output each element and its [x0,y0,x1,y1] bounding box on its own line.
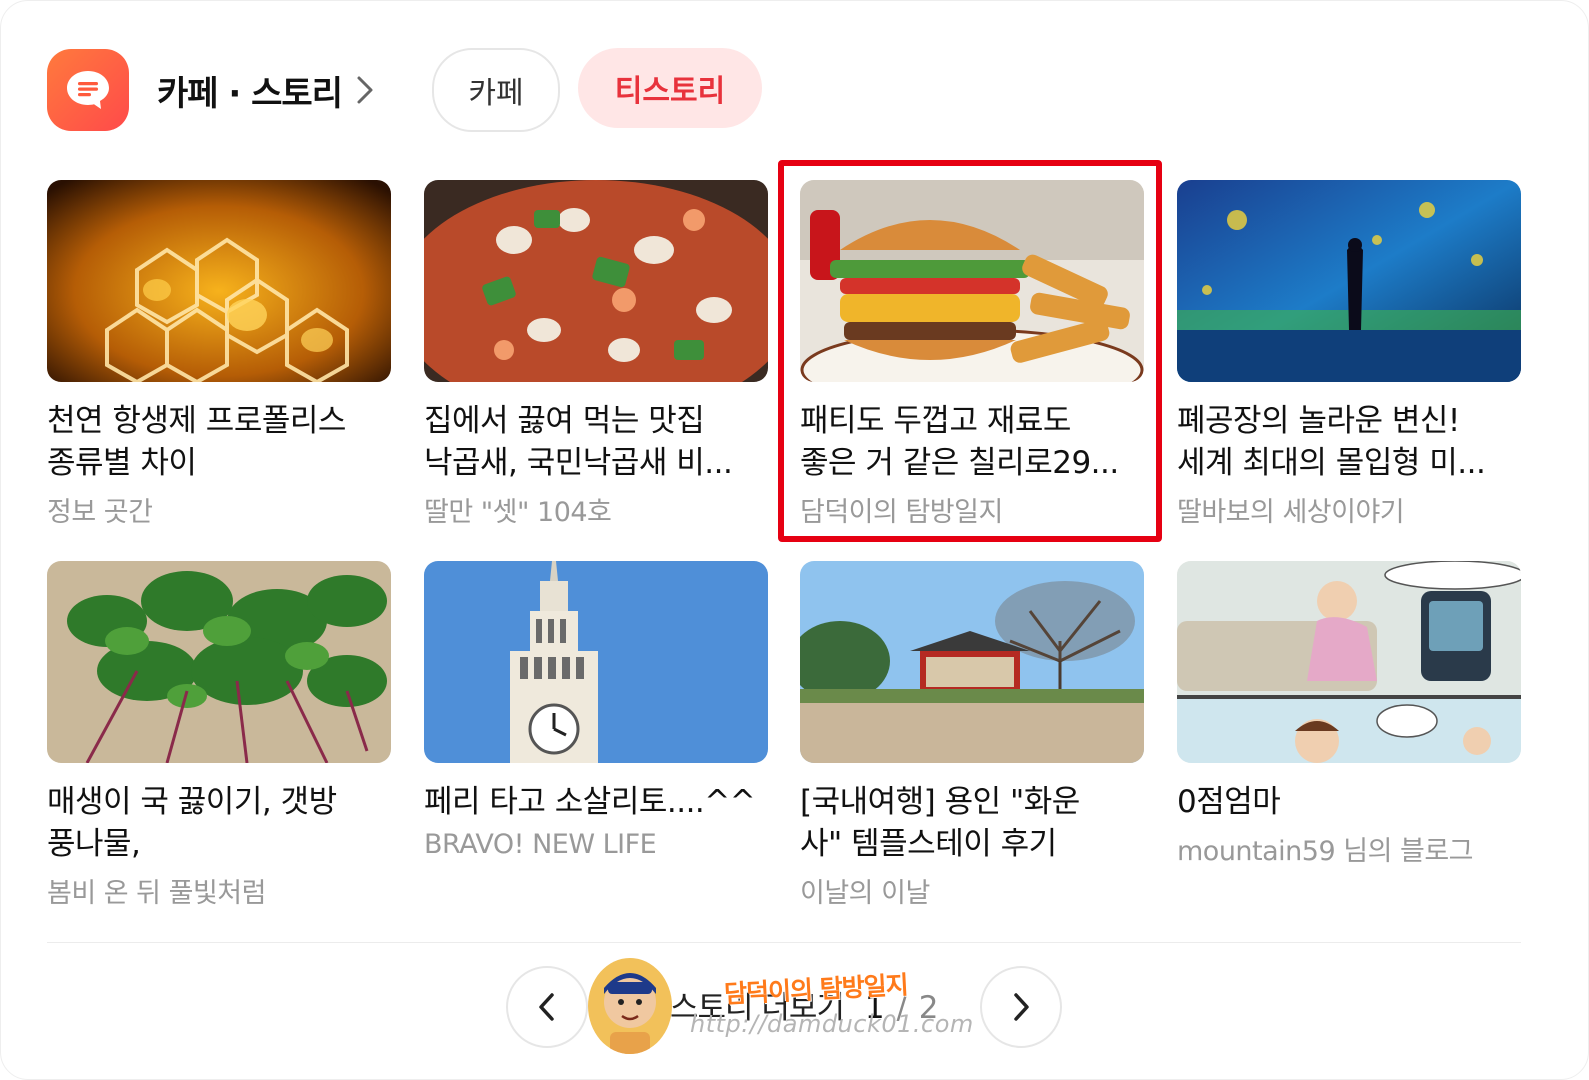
chevron-right-icon [356,75,374,105]
story-card[interactable]: 천연 항생제 프로폴리스 종류별 차이 정보 곳간 [47,180,391,529]
story-card[interactable]: 매생이 국 끓이기, 갯방 풍나물, 봄비 온 뒤 풀빛처럼 [47,561,391,910]
chevron-right-icon [1014,993,1029,1021]
story-source: 딸바보의 세상이야기 [1177,497,1405,528]
divider [47,942,1521,943]
story-card[interactable]: 페리 타고 소살리토....^^ BRAVO! NEW LIFE [424,561,768,860]
thumbnail-nakgopsae-image [424,180,768,382]
thumbnail-immersive-art-image [1177,180,1521,382]
story-card[interactable]: 집에서 끓여 먹는 맛집 낙곱새, 국민낙곱새 비... 딸만 "셋" 104호 [424,180,768,529]
section-title-link[interactable]: 카페 · 스토리 [157,66,374,115]
story-source: BRAVO! NEW LIFE [424,829,657,860]
previous-page-button[interactable] [506,966,588,1048]
thumbnail-comic-image [1177,561,1521,763]
section-title-text: 카페 · 스토리 [157,73,343,114]
story-source: 봄비 온 뒤 풀빛처럼 [47,878,266,909]
story-panel: 카페 · 스토리 카페 티스토리 천연 항생제 프로폴리스 종류별 차이 정보 … [0,0,1589,1080]
story-source: mountain59 님의 블로그 [1177,836,1474,867]
story-title: 패티도 두껍고 재료도 좋은 거 같은 칠리로29... [800,403,1119,481]
tab-cafe[interactable]: 카페 [432,48,560,132]
story-title: 천연 항생제 프로폴리스 종류별 차이 [47,403,346,481]
thumbnail-herbs-image [47,561,391,763]
chevron-left-icon [539,993,554,1021]
story-source: 정보 곳간 [47,497,153,528]
watermark-avatar-image [588,958,672,1054]
story-title: 매생이 국 끓이기, 갯방 풍나물, [47,784,337,862]
source-tabs: 카페 티스토리 [432,48,762,132]
thumbnail-burger-image [800,180,1144,382]
thumbnail-clock-tower-image [424,561,768,763]
story-card[interactable]: 0점엄마 mountain59 님의 블로그 [1177,561,1521,868]
watermark-url: http://damduck01.com [690,1010,974,1038]
story-title: [국내여행] 용인 "화운 사" 템플스테이 후기 [800,784,1080,862]
story-card[interactable]: 폐공장의 놀라운 변신! 세계 최대의 몰입형 미... 딸바보의 세상이야기 [1177,180,1521,529]
story-source: 딸만 "셋" 104호 [424,497,612,528]
story-card[interactable]: [국내여행] 용인 "화운 사" 템플스테이 후기 이날의 이날 [800,561,1144,910]
story-title: 페리 타고 소살리토....^^ [424,784,756,820]
thumbnail-temple-image [800,561,1144,763]
story-card[interactable]: 패티도 두껍고 재료도 좋은 거 같은 칠리로29... 담덕이의 탐방일지 [800,180,1144,529]
chat-bubble-logo-icon [47,49,129,131]
story-title: 폐공장의 놀라운 변신! 세계 최대의 몰입형 미... [1177,403,1486,481]
story-title: 0점엄마 [1177,784,1281,820]
story-title: 집에서 끓여 먹는 맛집 낙곱새, 국민낙곱새 비... [424,403,733,481]
next-page-button[interactable] [980,966,1062,1048]
tab-tistory[interactable]: 티스토리 [578,48,762,128]
story-source: 담덕이의 탐방일지 [800,497,1003,528]
story-source: 이날의 이날 [800,878,930,909]
thumbnail-propolis-image [47,180,391,382]
panel-header: 카페 · 스토리 카페 티스토리 [47,48,762,132]
